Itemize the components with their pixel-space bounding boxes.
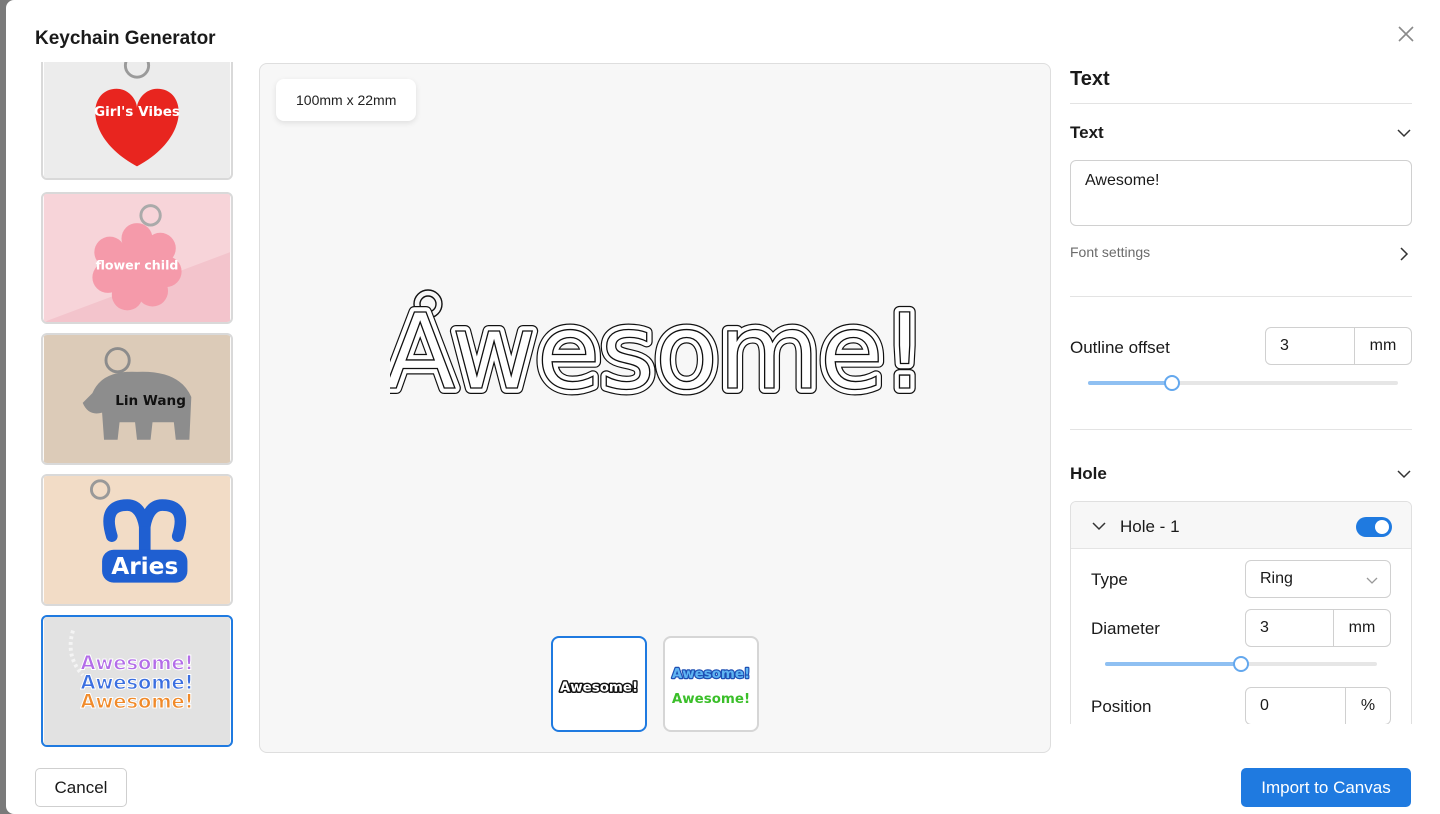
hole-header[interactable]: Hole - 1 <box>1071 502 1411 549</box>
template-flower[interactable]: flower child <box>41 192 233 324</box>
diameter-unit: mm <box>1333 610 1390 646</box>
font-settings-link[interactable]: Font settings <box>1070 244 1150 260</box>
template-heart[interactable]: Girl's Vibes <box>41 62 233 180</box>
template-elephant[interactable]: Lin Wang <box>41 333 233 465</box>
chevron-down-icon[interactable] <box>1091 518 1107 534</box>
text-section-title[interactable]: Text <box>1070 123 1104 143</box>
outline-offset-unit: mm <box>1354 328 1411 364</box>
template-flower-text: flower child <box>96 258 179 273</box>
close-icon[interactable] <box>1394 22 1418 46</box>
keychain-outline-preview: Awesome! Awesome! Awesome! <box>390 285 920 414</box>
divider <box>1070 103 1412 104</box>
outline-offset-value[interactable]: 3 <box>1266 328 1354 364</box>
variant-outline-text: Awesome! <box>560 681 638 696</box>
keychain-generator-dialog: Keychain Generator Girl's Vibes flower c… <box>6 0 1440 814</box>
awesome-keychain-image: Awesome! Awesome! Awesome! <box>43 617 231 745</box>
hole-type-value: Ring <box>1260 570 1293 587</box>
variant-outline-image: Awesome! Awesome! <box>558 679 639 697</box>
variant-color-image: Awesome! Awesome! Awesome! <box>671 666 752 707</box>
dialog-title: Keychain Generator <box>35 28 216 49</box>
outline-text: Awesome! <box>390 291 920 413</box>
import-to-canvas-button[interactable]: Import to Canvas <box>1241 768 1411 807</box>
outline-offset-slider[interactable] <box>1088 375 1398 391</box>
position-value[interactable]: 0 <box>1246 688 1345 724</box>
hole-label: Hole - 1 <box>1120 517 1180 536</box>
slider-fill <box>1088 381 1172 385</box>
panel-heading: Text <box>1070 68 1110 90</box>
hole-type-select[interactable]: Ring <box>1245 560 1391 598</box>
heart-keychain-image: Girl's Vibes <box>43 62 231 178</box>
diameter-label: Diameter <box>1091 619 1160 638</box>
divider <box>1070 296 1412 297</box>
template-aries[interactable]: Aries <box>41 474 233 606</box>
diameter-value[interactable]: 3 <box>1246 610 1333 646</box>
position-unit: % <box>1345 688 1390 724</box>
divider <box>1070 429 1412 430</box>
position-input[interactable]: 0 % <box>1245 687 1391 724</box>
position-label: Position <box>1091 697 1152 716</box>
variant-color[interactable]: Awesome! Awesome! Awesome! <box>663 636 759 732</box>
variant-color-green: Awesome! <box>672 692 750 707</box>
variant-color-blue-fill: Awesome! <box>672 667 750 682</box>
chevron-down-icon[interactable] <box>1396 125 1412 141</box>
chevron-down-icon <box>1366 577 1378 584</box>
outline-offset-label: Outline offset <box>1070 338 1170 357</box>
slider-handle[interactable] <box>1164 375 1180 391</box>
slider-handle[interactable] <box>1233 656 1249 672</box>
template-elephant-text: Lin Wang <box>115 393 186 409</box>
hole-card: Hole - 1 Type Ring Diameter 3 mm Positio… <box>1070 501 1412 724</box>
aries-keychain-image: Aries <box>43 476 231 604</box>
template-aries-text: Aries <box>111 553 178 580</box>
template-awesome[interactable]: Awesome! Awesome! Awesome! <box>41 615 233 747</box>
dimension-badge: 100mm x 22mm <box>276 79 417 121</box>
elephant-keychain-image: Lin Wang <box>43 335 231 463</box>
hole-type-label: Type <box>1091 570 1128 589</box>
flower-keychain-image: flower child <box>43 194 231 322</box>
preview-canvas: 100mm x 22mm Awesome! Awesome! Awesome! … <box>259 63 1051 753</box>
template-awesome-text-3: Awesome! <box>80 690 193 713</box>
slider-fill <box>1105 662 1241 666</box>
chevron-down-icon[interactable] <box>1396 466 1412 482</box>
outline-offset-input[interactable]: 3 mm <box>1265 327 1412 365</box>
variant-outline[interactable]: Awesome! Awesome! <box>551 636 647 732</box>
diameter-input[interactable]: 3 mm <box>1245 609 1391 647</box>
diameter-slider[interactable] <box>1105 656 1377 672</box>
hole-section-title[interactable]: Hole <box>1070 464 1107 484</box>
template-heart-text: Girl's Vibes <box>94 104 180 120</box>
text-input[interactable]: Awesome! <box>1070 160 1412 226</box>
template-list[interactable]: Girl's Vibes flower child Lin Wang Aries… <box>39 62 235 752</box>
settings-panel: Text Text Awesome! Font settings Outline… <box>1070 62 1412 724</box>
hole-enabled-toggle[interactable] <box>1356 517 1392 537</box>
cancel-button[interactable]: Cancel <box>35 768 127 807</box>
chevron-right-icon[interactable] <box>1396 246 1412 262</box>
